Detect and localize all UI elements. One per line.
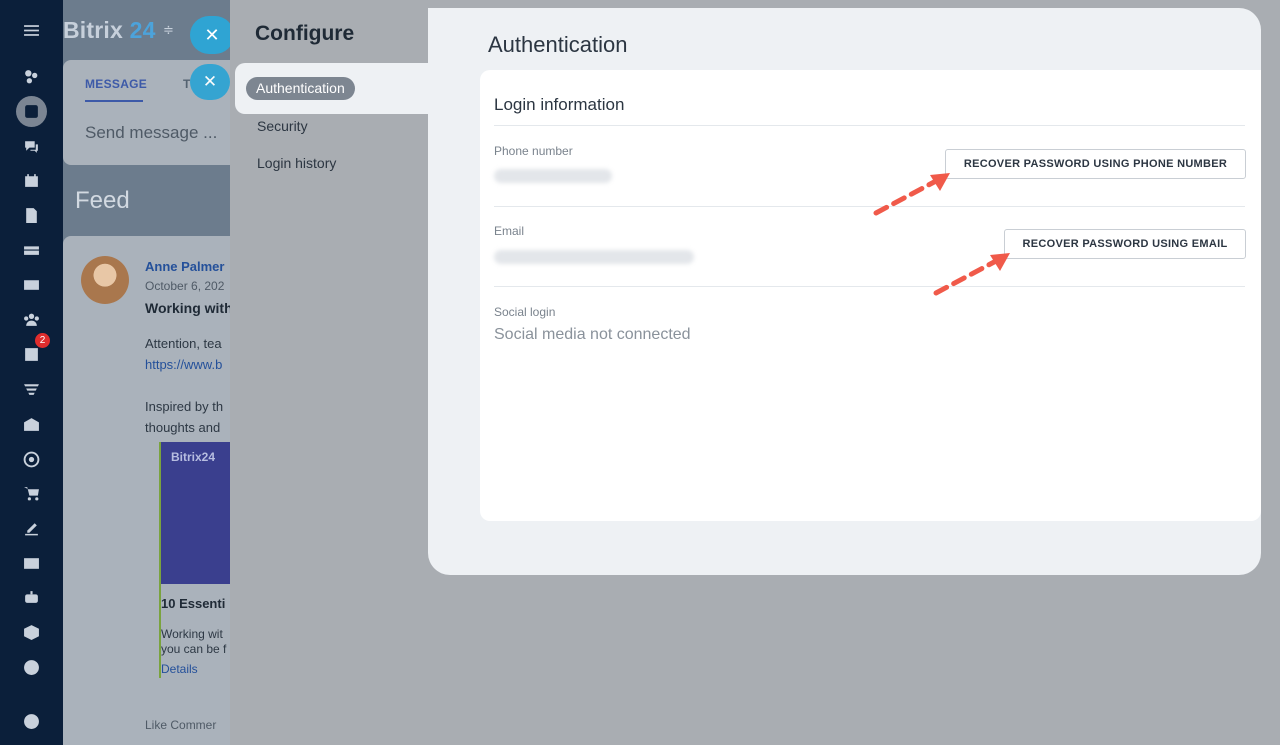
menu-icon[interactable] bbox=[16, 15, 47, 46]
post-date: October 6, 202 bbox=[145, 279, 225, 293]
help-icon[interactable] bbox=[16, 706, 47, 737]
panel-title: Authentication bbox=[488, 32, 628, 57]
feed-icon[interactable] bbox=[16, 96, 47, 127]
message-input[interactable]: Send message ... bbox=[85, 123, 217, 143]
attachment-title: 10 Essenti bbox=[161, 596, 226, 611]
more-icon[interactable] bbox=[16, 652, 47, 683]
login-info-card: Login information Phone number RECOVER P… bbox=[480, 70, 1261, 521]
close-icon[interactable]: ✕ bbox=[190, 16, 234, 54]
post-text-line: thoughts and bbox=[145, 420, 221, 435]
tab-message[interactable]: MESSAGE bbox=[85, 77, 147, 91]
attachment-desc: Working wit bbox=[161, 627, 223, 641]
group-icon[interactable] bbox=[16, 304, 47, 335]
divider bbox=[494, 125, 1245, 126]
email-label: Email bbox=[494, 224, 525, 238]
post-text-line: Inspired by th bbox=[145, 399, 224, 414]
mail-icon[interactable] bbox=[16, 269, 47, 300]
tab-underline bbox=[85, 100, 143, 102]
tasks-badge: 2 bbox=[35, 333, 50, 348]
store-icon[interactable] bbox=[16, 409, 47, 440]
avatar[interactable] bbox=[81, 256, 129, 304]
divider bbox=[494, 286, 1245, 287]
social-value: Social media not connected bbox=[494, 326, 691, 343]
post-link[interactable]: https://www.b bbox=[145, 357, 222, 372]
arrow-annotation-icon bbox=[873, 173, 950, 216]
crm-funnel-icon[interactable] bbox=[16, 374, 47, 405]
menu-item-security[interactable]: Security bbox=[257, 118, 308, 134]
document-icon[interactable] bbox=[16, 200, 47, 231]
phone-label: Phone number bbox=[494, 144, 573, 158]
target-icon[interactable] bbox=[16, 444, 47, 475]
post-author[interactable]: Anne Palmer bbox=[145, 259, 224, 274]
post-actions[interactable]: Like Commer bbox=[145, 718, 216, 732]
copilot-icon[interactable] bbox=[16, 61, 47, 92]
email-value-blurred bbox=[494, 250, 694, 264]
left-rail: 2 bbox=[0, 0, 63, 745]
box-icon[interactable] bbox=[16, 617, 47, 648]
page-title: Configure bbox=[255, 22, 355, 45]
menu-item-authentication[interactable]: Authentication bbox=[246, 77, 355, 100]
tasks-icon[interactable]: 2 bbox=[16, 333, 50, 370]
social-label: Social login bbox=[494, 305, 556, 319]
close-secondary-icon[interactable]: ✕ bbox=[190, 64, 230, 100]
calendar-icon[interactable] bbox=[16, 165, 47, 196]
recover-email-button[interactable]: RECOVER PASSWORD USING EMAIL bbox=[1004, 229, 1246, 259]
chat-icon[interactable] bbox=[16, 131, 47, 162]
brand-logo[interactable]: Bitrix 24 bbox=[63, 17, 156, 44]
post-text-line: Attention, tea bbox=[145, 336, 222, 351]
contact-card-icon[interactable] bbox=[16, 548, 47, 579]
feed-title: Feed bbox=[75, 187, 130, 214]
configure-slider: Configure Authentication Security Login … bbox=[230, 0, 1280, 745]
card-title: Login information bbox=[494, 95, 625, 114]
arrow-annotation-icon bbox=[933, 253, 1010, 296]
signature-icon[interactable] bbox=[16, 513, 47, 544]
details-link[interactable]: Details bbox=[161, 662, 198, 676]
banner-logo: Bitrix24 bbox=[171, 450, 216, 464]
drive-icon[interactable] bbox=[16, 234, 47, 265]
robot-icon[interactable] bbox=[16, 582, 47, 613]
recover-phone-button[interactable]: RECOVER PASSWORD USING PHONE NUMBER bbox=[945, 149, 1246, 179]
cart-icon[interactable] bbox=[16, 478, 47, 509]
authentication-panel: Authentication Login information Phone n… bbox=[428, 8, 1261, 575]
menu-item-login-history[interactable]: Login history bbox=[257, 155, 336, 171]
sliders-icon[interactable]: ≑ bbox=[163, 22, 174, 38]
phone-value-blurred bbox=[494, 169, 612, 183]
post-title: Working with bbox=[145, 300, 233, 316]
attachment-desc: you can be f bbox=[161, 642, 227, 656]
